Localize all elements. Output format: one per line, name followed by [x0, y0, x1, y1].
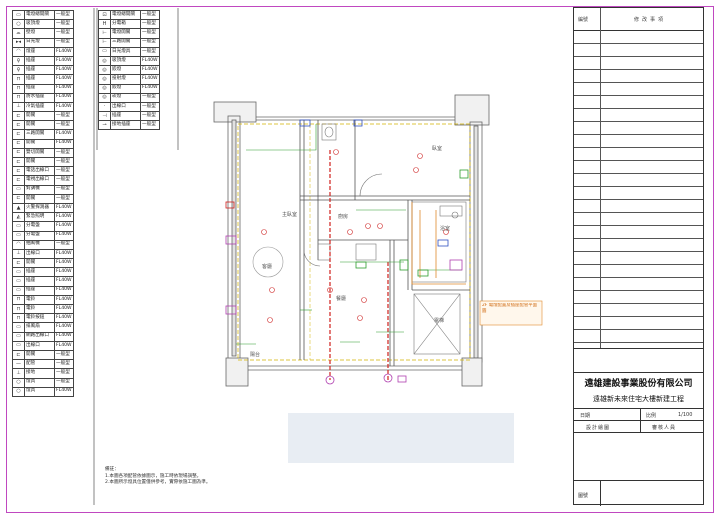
note-line-2: 2.本圖所示燈具位置僅供參考，實際依施工圖為準。 [105, 480, 211, 485]
revision-row-line [574, 251, 703, 252]
revision-row-line [574, 303, 703, 304]
revision-row-line [574, 147, 703, 148]
circuit-runs-red [329, 150, 389, 380]
project-name: 遠雄新未來住宅大樓新建工程 [593, 395, 684, 403]
revision-row-line [574, 95, 703, 96]
scale-value: 1/100 [678, 412, 693, 418]
annotation-text: 2F 電燈配置及插座配管平面圖 [482, 303, 538, 314]
revision-row-line [574, 199, 703, 200]
room-label: 浴室 [440, 225, 450, 232]
design-label: 設計繪圖 [586, 425, 611, 431]
tb-divider [574, 348, 703, 349]
tb-vline [640, 408, 641, 432]
reference-panel [288, 413, 514, 463]
drawing-no-label: 圖號 [578, 493, 589, 499]
revision-row-line [574, 290, 703, 291]
tb-divider [574, 432, 703, 433]
room-label: 廚房 [338, 213, 348, 220]
revision-row-line [574, 212, 703, 213]
room-label: 電梯 [434, 317, 444, 324]
tb-divider [574, 372, 703, 373]
revision-row-line [574, 173, 703, 174]
revision-desc-header: 修改事項 [634, 17, 667, 23]
revision-row-line [574, 277, 703, 278]
revision-row-line [574, 56, 703, 57]
tb-divider [574, 408, 703, 409]
revision-header: 編號 修改事項 [574, 8, 703, 31]
scale-label: 比例 [646, 413, 657, 419]
room-label: 客廳 [262, 263, 272, 270]
check-label: 審核人員 [652, 425, 677, 431]
room-label: 主臥室 [282, 211, 297, 218]
revision-row-line [574, 43, 703, 44]
tb-divider [574, 420, 703, 421]
title-block: 編號 修改事項 遠雄建設事業股份有限公司 遠雄新未來住宅大樓新建工程 日期 比例… [573, 7, 704, 506]
revision-row-line [574, 82, 703, 83]
date-label: 日期 [580, 413, 591, 419]
revision-row-line [574, 316, 703, 317]
revision-row-line [574, 186, 703, 187]
revision-row-line [574, 121, 703, 122]
revision-column-divider [600, 8, 601, 348]
revision-row-line [574, 238, 703, 239]
revision-no-header: 編號 [578, 17, 589, 23]
device-marks [225, 119, 469, 385]
room-label: 餐廳 [336, 295, 346, 302]
tb-divider [574, 480, 703, 481]
revision-row-line [574, 69, 703, 70]
room-label: 陽台 [250, 351, 260, 358]
general-notes: 備註： 1.本圖各項配管依據圖示，施工時依現場調整。 2.本圖所示燈具位置僅供參… [105, 467, 210, 487]
revision-row-line [574, 225, 703, 226]
room-label: 臥室 [432, 145, 442, 152]
revision-row-line [574, 108, 703, 109]
tb-vline [600, 480, 601, 506]
interior-walls [299, 120, 470, 366]
company-name: 遠雄建設事業股份有限公司 [584, 379, 693, 389]
revision-row-line [574, 160, 703, 161]
revision-row-line [574, 134, 703, 135]
revision-row-line [574, 264, 703, 265]
revision-row-line [574, 329, 703, 330]
revision-row-line [574, 342, 703, 343]
